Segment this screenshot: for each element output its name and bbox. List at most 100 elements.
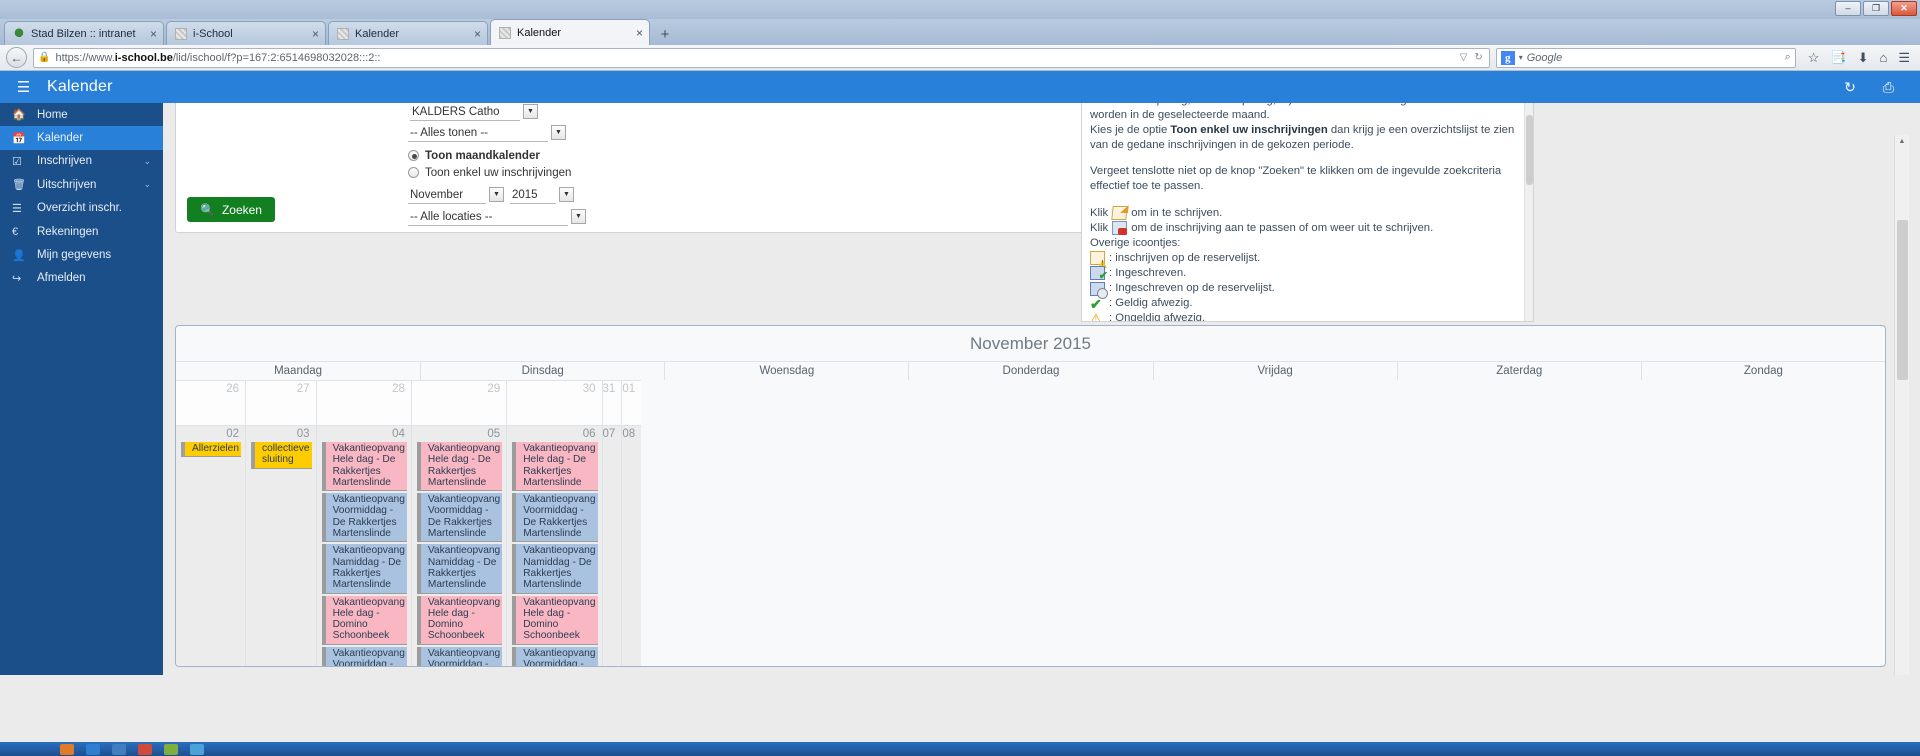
taskbar-icon[interactable] — [60, 743, 74, 755]
chevron-down-icon[interactable]: ▼ — [571, 208, 586, 224]
calendar-event[interactable]: Vakantieopvang Hele dag - De Rakkertjes … — [416, 442, 503, 492]
calendar-event[interactable]: Vakantieopvang Namiddag - De Rakkertjes … — [512, 544, 598, 594]
sidebar-item-inschrijven[interactable]: ☑ Inschrijven ⌄ — [0, 150, 163, 173]
minimize-button[interactable]: – — [1835, 1, 1861, 16]
close-tab-icon[interactable]: × — [636, 27, 643, 39]
browser-tab[interactable]: Stad Bilzen :: intranet × — [4, 21, 164, 45]
calendar-day-cell[interactable]: 04 Vakantieopvang Hele dag - De Rakkertje… — [315, 425, 411, 666]
taskbar-icon[interactable] — [138, 743, 152, 755]
day-number: 02 — [226, 428, 239, 440]
calendar-day-cell[interactable]: 07 — [601, 425, 622, 666]
month-select-value: November — [410, 189, 464, 201]
location-select[interactable]: -- Alle locaties -- ▼ — [408, 208, 586, 226]
sidebar-item-home[interactable]: 🏠 Home — [0, 103, 163, 126]
browser-tab[interactable]: Kalender × — [328, 21, 488, 45]
calendar-day-cell[interactable]: 02 Allerzielen — [176, 425, 245, 666]
calendar-event[interactable]: Vakantieopvang Hele dag - Domino Schoonb… — [512, 595, 598, 645]
radio-button[interactable] — [408, 167, 419, 178]
help-scrollbar-thumb[interactable] — [1526, 115, 1533, 185]
bookmark-star-icon[interactable]: ☆ — [1808, 50, 1820, 66]
chevron-down-icon[interactable]: ▼ — [551, 124, 566, 140]
calendar-event[interactable]: Vakantieopvang Hele dag - Domino Schoonb… — [416, 595, 503, 645]
taskbar-icon[interactable] — [86, 743, 100, 755]
search-icon[interactable]: ⌕ — [1785, 51, 1791, 64]
top-panels: KALDERS Catho ▼ -- Alles tonen -- ▼ Toon… — [163, 103, 1909, 322]
year-select[interactable]: 2015 ▼ — [510, 186, 574, 204]
sidebar-item-rekeningen[interactable]: € Rekeningen — [0, 220, 163, 243]
reading-list-icon[interactable]: 📑 — [1830, 50, 1846, 66]
home-icon[interactable]: ⌂ — [1879, 50, 1887, 65]
month-select[interactable]: November ▼ — [408, 186, 504, 204]
reload-icon[interactable]: ↻ — [1474, 52, 1482, 63]
calendar-event[interactable]: Vakantieopvang Hele dag - De Rakkertjes … — [321, 442, 407, 492]
chevron-down-icon[interactable]: ▼ — [489, 186, 504, 202]
new-tab-button[interactable]: + — [652, 23, 678, 45]
calendar-event[interactable]: Allerzielen — [181, 442, 241, 458]
chevron-down-icon[interactable]: ▼ — [559, 186, 574, 202]
search-button[interactable]: 🔍 Zoeken — [187, 197, 275, 222]
chevron-down-icon[interactable]: ▼ — [523, 103, 538, 119]
sidebar-item-uitschrijven[interactable]: 🗑 Uitschrijven ⌄ — [0, 173, 163, 196]
calendar-day-cell[interactable]: 05 Vakantieopvang Hele dag - De Rakkertje… — [410, 425, 507, 666]
calendar-event[interactable]: Vakantieopvang Namiddag - De Rakkertjes … — [416, 544, 503, 594]
chevron-down-icon[interactable]: ▾ — [1519, 53, 1523, 62]
menu-toggle-icon[interactable]: ☰ — [0, 78, 47, 96]
taskbar-icon[interactable] — [190, 743, 204, 755]
browser-tab-active[interactable]: Kalender × — [490, 19, 650, 45]
calendar-day-cell[interactable]: 01 — [621, 380, 642, 425]
calendar-event[interactable]: collectieve sluiting — [251, 442, 312, 469]
calendar-day-cell[interactable]: 28 — [315, 380, 411, 425]
calendar-event[interactable]: Vakantieopvang Voormiddag - Domino Schoo… — [512, 646, 598, 666]
taskbar-icon[interactable] — [112, 743, 126, 755]
radio-maandkalender[interactable]: Toon maandkalender — [408, 147, 828, 164]
page-scrollbar[interactable]: ▲ — [1894, 135, 1909, 675]
downloads-icon[interactable]: ⬇ — [1858, 50, 1869, 66]
print-icon[interactable]: ⎙ — [1883, 79, 1894, 96]
close-tab-icon[interactable]: × — [474, 28, 481, 40]
sidebar-item-overzicht-inschr[interactable]: ☰ Overzicht inschr. — [0, 197, 163, 220]
calendar-day-cell[interactable]: 29 — [410, 380, 507, 425]
calendar-event[interactable]: Vakantieopvang Voormiddag - De Rakkertje… — [321, 493, 407, 543]
browser-tab[interactable]: i-School × — [166, 21, 326, 45]
calendar-day-cell[interactable]: 08 — [621, 425, 642, 666]
legend-text: : Ingeschreven. — [1109, 266, 1187, 279]
address-bar[interactable]: 🔒 https://www.i-school.be/lid/ischool/f?… — [33, 47, 1490, 68]
calendar-event[interactable]: Vakantieopvang Voormiddag - De Rakkertje… — [512, 493, 598, 543]
page-scrollbar-thumb[interactable] — [1897, 220, 1908, 380]
refresh-icon[interactable]: ↻ — [1844, 79, 1856, 96]
browser-search-box[interactable]: g ▾ Google ⌕ — [1495, 47, 1796, 68]
back-button[interactable]: ← — [6, 47, 27, 68]
calendar-day-cell[interactable]: 06 Vakantieopvang Hele dag - De Rakkertje… — [506, 425, 602, 666]
pencil-note-icon — [1111, 206, 1128, 221]
close-tab-icon[interactable]: × — [150, 28, 157, 40]
day-number: 07 — [602, 428, 616, 440]
maximize-button[interactable]: ❐ — [1863, 1, 1889, 16]
taskbar-icon[interactable] — [164, 743, 178, 755]
sidebar-item-mijn-gegevens[interactable]: 👤 Mijn gegevens — [0, 243, 163, 266]
day-number: 05 — [487, 428, 501, 440]
radio-enkel-inschrijvingen[interactable]: Toon enkel uw inschrijvingen — [408, 164, 828, 181]
person-select[interactable]: KALDERS Catho ▼ — [410, 103, 538, 121]
calendar-event[interactable]: Vakantieopvang Voormiddag - Domino Schoo… — [416, 646, 503, 666]
calendar-event[interactable]: Vakantieopvang Voormiddag - Domino Schoo… — [321, 646, 407, 666]
calendar-event[interactable]: Vakantieopvang Hele dag - De Rakkertjes … — [512, 442, 598, 492]
calendar-day-cell[interactable]: 31 — [601, 380, 622, 425]
close-tab-icon[interactable]: × — [312, 28, 319, 40]
calendar-day-cell[interactable]: 03 collectieve sluiting — [245, 425, 316, 666]
sidebar-item-kalender[interactable]: 📅 Kalender — [0, 126, 163, 150]
help-scrollbar[interactable] — [1524, 103, 1533, 321]
address-dropdown-icon[interactable]: ▽ — [1460, 52, 1468, 63]
calendar-event[interactable]: Vakantieopvang Namiddag - De Rakkertjes … — [321, 544, 407, 594]
calendar-event[interactable]: Vakantieopvang Hele dag - Domino Schoonb… — [321, 595, 407, 645]
sidebar-item-afmelden[interactable]: ↪ Afmelden — [0, 267, 163, 290]
help-line-5: effectief toe te passen. — [1090, 180, 1204, 193]
calendar-day-cell[interactable]: 26 — [176, 380, 245, 425]
radio-button-selected[interactable] — [408, 150, 419, 161]
close-window-button[interactable]: ✕ — [1891, 1, 1917, 16]
menu-icon[interactable]: ☰ — [1898, 50, 1910, 66]
calendar-day-cell[interactable]: 30 — [506, 380, 602, 425]
calendar-event[interactable]: Vakantieopvang Voormiddag - De Rakkertje… — [416, 493, 503, 543]
scroll-up-icon[interactable]: ▲ — [1895, 135, 1909, 148]
show-select[interactable]: -- Alles tonen -- ▼ — [408, 124, 566, 142]
calendar-day-cell[interactable]: 27 — [245, 380, 316, 425]
